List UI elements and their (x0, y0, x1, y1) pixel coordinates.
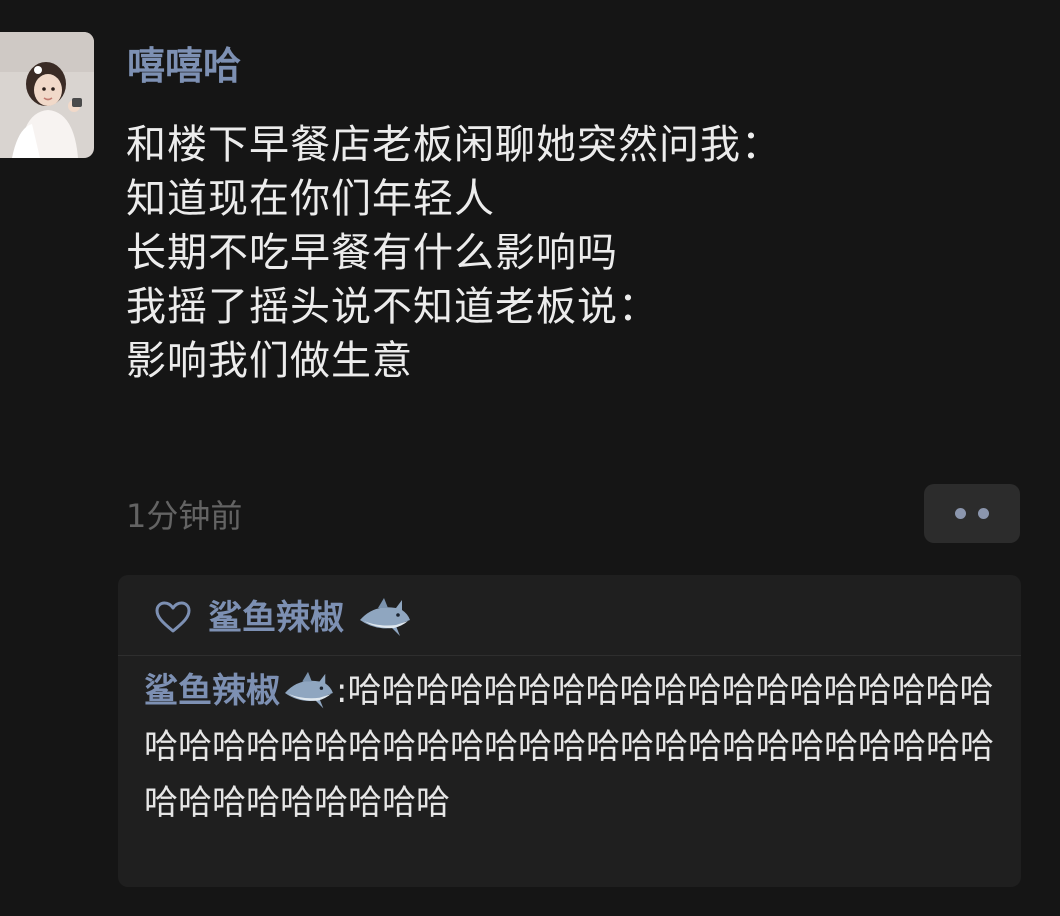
comment-author-text: 鲨鱼辣椒 (144, 671, 280, 711)
post-line: 我摇了摇头说不知道老板说： (126, 284, 659, 330)
shark-emoji-icon (359, 597, 410, 636)
post-line: 和楼下早餐店老板闲聊她突然问我： (126, 122, 782, 168)
liker-name[interactable]: 鲨鱼辣椒 (208, 590, 412, 644)
comment-item[interactable]: 鲨鱼辣椒 :哈哈哈哈哈哈哈哈哈哈哈哈哈哈哈哈哈哈哈哈哈哈哈哈哈哈哈哈哈哈哈哈哈哈… (144, 663, 1014, 831)
two-dots-icon (978, 508, 989, 519)
likes-comments-panel: 鲨鱼辣椒 鲨鱼辣椒 :哈哈哈哈哈哈哈哈哈哈哈哈哈哈哈哈哈哈哈哈哈哈哈哈哈哈哈哈哈… (118, 575, 1021, 887)
post-timestamp: 1分钟前 (126, 497, 243, 535)
avatar[interactable] (0, 32, 94, 158)
post-line: 影响我们做生意 (126, 338, 413, 384)
panel-divider (118, 655, 1021, 656)
post-content: 和楼下早餐店老板闲聊她突然问我： 知道现在你们年轻人 长期不吃早餐有什么影响吗 … (126, 118, 1026, 388)
two-dots-icon (955, 508, 966, 519)
post-line: 知道现在你们年轻人 (126, 176, 495, 222)
comment-separator: : (336, 671, 348, 711)
comment-author[interactable]: 鲨鱼辣椒 (144, 671, 336, 711)
more-actions-button[interactable] (924, 484, 1020, 543)
heart-outline-icon (155, 601, 191, 633)
avatar-image (0, 32, 94, 158)
liker-name-text: 鲨鱼辣椒 (208, 598, 344, 639)
likes-row: 鲨鱼辣椒 (154, 589, 412, 645)
shark-emoji-icon (285, 671, 333, 708)
post-line: 长期不吃早餐有什么影响吗 (126, 230, 618, 276)
post-author-name[interactable]: 嘻嘻哈 (127, 36, 241, 96)
